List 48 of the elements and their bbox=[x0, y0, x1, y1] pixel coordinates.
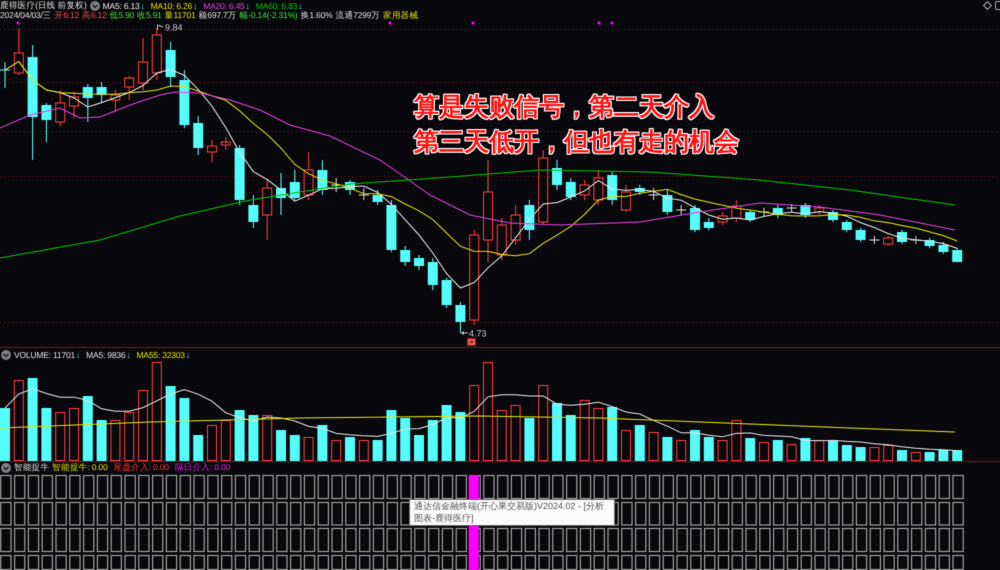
quote-field: 低5.90 bbox=[110, 10, 134, 22]
marker-dot-icon bbox=[598, 22, 600, 24]
indicator-value: 智能捉牛: 0.00 bbox=[52, 462, 108, 474]
quote-field: 量11701 bbox=[164, 10, 196, 22]
indicator-value: MA10: 6.26 bbox=[150, 0, 192, 10]
quote-field: 高6.12 bbox=[82, 10, 107, 22]
collapse-icon[interactable] bbox=[1, 463, 11, 473]
tooltip: 通达信金融终端(开心果交易版)V2024.02 - [分析图表-鹿得医疗] bbox=[409, 499, 615, 526]
price-label: 4.73 bbox=[469, 328, 487, 338]
indicator-value: 隔日介入: 0.00 bbox=[174, 462, 230, 474]
chart-title: 鹿得医疗(日线 前复权) bbox=[0, 0, 87, 10]
marker-dot-icon bbox=[388, 22, 392, 24]
signal-badge-icon bbox=[467, 338, 476, 346]
quote-field: 幅-0.14(-2.31%) bbox=[239, 10, 298, 22]
diamond-icon[interactable] bbox=[983, 1, 992, 10]
quote-field: 开6.12 bbox=[54, 10, 80, 22]
indicator-value: MA5: 9836 bbox=[86, 350, 126, 360]
leader-line bbox=[460, 331, 468, 335]
indicator-value: VOLUME: 11701 bbox=[14, 350, 76, 360]
trend-arrow: ↓ bbox=[126, 350, 130, 360]
marker-dot-icon bbox=[472, 22, 474, 24]
marker-dot-icon bbox=[610, 22, 614, 24]
indicator-value: MA60: 6.83 bbox=[256, 0, 298, 10]
marker-dot-icon bbox=[16, 22, 20, 24]
quote-field: 流通7299万 bbox=[335, 10, 380, 22]
trend-arrow: ↓ bbox=[76, 350, 80, 360]
annotation-text: 算是失败信号，第二天介入 bbox=[414, 91, 715, 123]
collapse-icon[interactable] bbox=[1, 350, 11, 360]
indicator-name: 智能捉牛 bbox=[14, 462, 50, 474]
leader-line bbox=[157, 24, 164, 30]
indicator-value: MA5: 6.13 bbox=[102, 0, 140, 10]
trend-arrow: ↓ bbox=[298, 0, 302, 10]
quote-field: 家用器械 bbox=[382, 10, 418, 22]
price-label: 9.84 bbox=[165, 22, 183, 32]
panel-icon[interactable] bbox=[995, 1, 1000, 10]
collapse-icon[interactable] bbox=[90, 0, 100, 10]
trend-arrow: ↓ bbox=[140, 0, 145, 10]
trend-arrow: ↓ bbox=[186, 350, 190, 360]
trend-arrow: ↓ bbox=[246, 0, 250, 10]
quote-field: 2024/04/03/三 bbox=[0, 10, 52, 22]
quote-field: 额697.7万 bbox=[198, 10, 236, 22]
quote-field: 换1.60% bbox=[300, 10, 332, 22]
indicator-value: MA20: 6.45 bbox=[203, 0, 245, 10]
annotation-text: 第三天低开，但也有走的机会 bbox=[414, 126, 739, 158]
indicator-value: 尾盘介入: 0.00 bbox=[113, 462, 169, 474]
indicator-value: MA55: 32303 bbox=[136, 350, 185, 360]
trend-arrow: ↓ bbox=[193, 0, 198, 10]
quote-field: 收5.91 bbox=[137, 10, 162, 22]
